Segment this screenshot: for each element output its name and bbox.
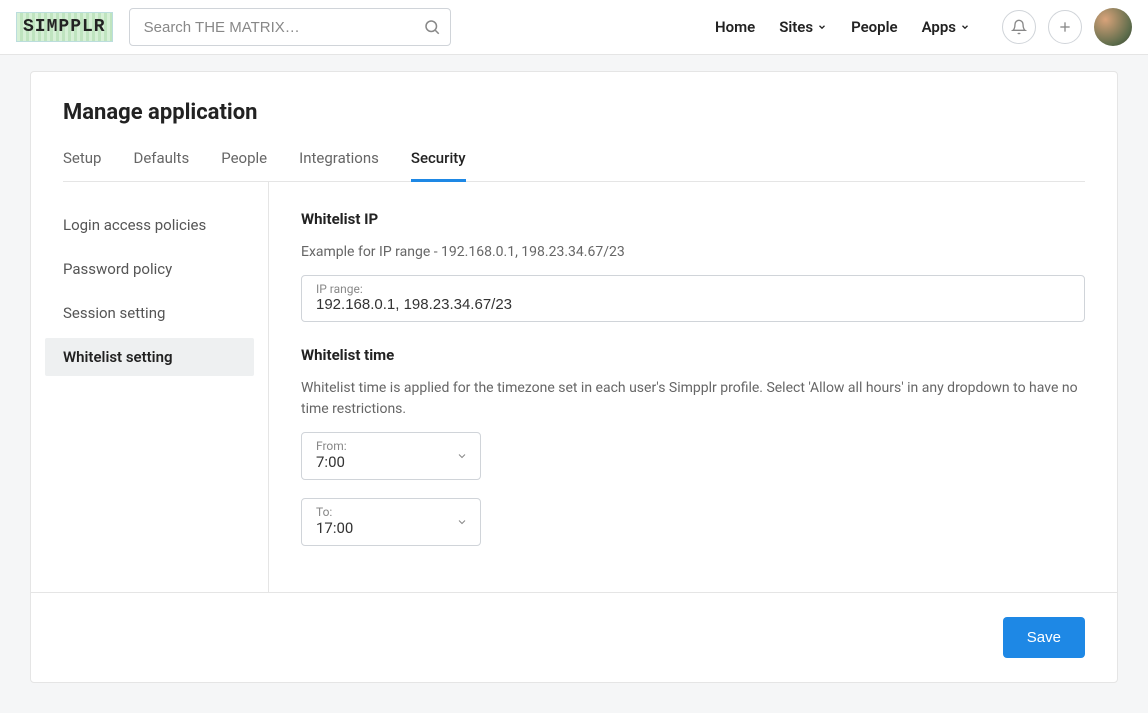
chevron-down-icon (960, 22, 970, 32)
from-time-label: From: (316, 439, 466, 453)
manage-application-card: Manage application Setup Defaults People… (30, 71, 1118, 683)
tab-security[interactable]: Security (411, 149, 466, 182)
nav-people[interactable]: People (851, 18, 898, 36)
to-time-label: To: (316, 505, 466, 519)
nav-sites-label: Sites (779, 18, 813, 36)
whitelist-ip-title: Whitelist IP (301, 210, 1085, 228)
search-input[interactable] (129, 8, 451, 46)
content-panel: Whitelist IP Example for IP range - 192.… (269, 182, 1117, 592)
tab-people[interactable]: People (221, 149, 267, 182)
bell-icon (1011, 19, 1027, 35)
card-header: Manage application Setup Defaults People… (31, 72, 1117, 182)
chevron-down-icon (456, 450, 468, 462)
sidebar-item-session-setting[interactable]: Session setting (45, 294, 254, 332)
chevron-down-icon (456, 516, 468, 528)
top-nav: Home Sites People Apps (715, 8, 1132, 46)
whitelist-ip-example: Example for IP range - 192.168.0.1, 198.… (301, 242, 1085, 263)
to-time-select[interactable]: To: 17:00 (301, 498, 481, 546)
nav-sites[interactable]: Sites (779, 18, 827, 36)
tabs: Setup Defaults People Integrations Secur… (63, 149, 1085, 182)
nav-apps-label: Apps (922, 18, 956, 36)
ip-range-input[interactable] (316, 296, 1070, 313)
search-wrap (129, 8, 451, 46)
nav-apps[interactable]: Apps (922, 18, 970, 36)
security-sidebar: Login access policies Password policy Se… (31, 182, 269, 592)
sidebar-item-whitelist-setting[interactable]: Whitelist setting (45, 338, 254, 376)
card-footer: Save (31, 592, 1117, 682)
sidebar-item-login-access[interactable]: Login access policies (45, 206, 254, 244)
add-button[interactable] (1048, 10, 1082, 44)
card-body: Login access policies Password policy Se… (31, 182, 1117, 592)
nav-home[interactable]: Home (715, 18, 755, 36)
nav-icons (1002, 8, 1132, 46)
tab-integrations[interactable]: Integrations (299, 149, 379, 182)
from-time-select[interactable]: From: 7:00 (301, 432, 481, 480)
logo[interactable]: SIMPPLR (16, 12, 113, 42)
ip-range-label: IP range: (316, 282, 1070, 296)
notifications-button[interactable] (1002, 10, 1036, 44)
avatar[interactable] (1094, 8, 1132, 46)
sidebar-item-password-policy[interactable]: Password policy (45, 250, 254, 288)
top-header: SIMPPLR Home Sites People Apps (0, 0, 1148, 55)
whitelist-time-title: Whitelist time (301, 346, 1085, 364)
plus-icon (1057, 19, 1073, 35)
whitelist-time-section: Whitelist time Whitelist time is applied… (301, 346, 1085, 546)
save-button[interactable]: Save (1003, 617, 1085, 658)
tab-setup[interactable]: Setup (63, 149, 101, 182)
ip-range-field[interactable]: IP range: (301, 275, 1085, 322)
page-title: Manage application (63, 100, 1085, 125)
tab-defaults[interactable]: Defaults (133, 149, 189, 182)
whitelist-time-helper: Whitelist time is applied for the timezo… (301, 378, 1085, 420)
chevron-down-icon (817, 22, 827, 32)
from-time-value: 7:00 (316, 453, 466, 471)
to-time-value: 17:00 (316, 519, 466, 537)
page-wrapper: Manage application Setup Defaults People… (0, 55, 1148, 699)
